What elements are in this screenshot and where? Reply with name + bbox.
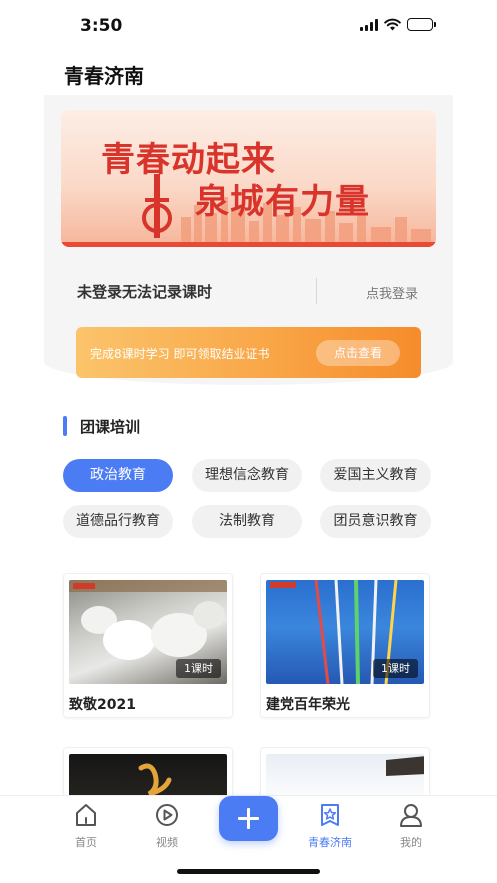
status-bar: 3:50	[0, 0, 497, 50]
tab-qingchun-jinan[interactable]: 青春济南	[300, 796, 360, 850]
category-chip-politics[interactable]: 政治教育	[63, 459, 173, 492]
page-title: 青春济南	[64, 64, 144, 88]
certificate-bar: 完成8课时学习 即可领取结业证书 点击查看	[76, 327, 421, 378]
course-title: 致敬2021	[69, 697, 136, 713]
star-bookmark-icon	[321, 804, 339, 826]
course-card[interactable]: 1课时 致敬2021	[63, 573, 233, 718]
divider	[316, 278, 317, 304]
home-icon	[76, 804, 96, 826]
category-chip-ideals[interactable]: 理想信念教育	[192, 459, 302, 492]
emblem-icon	[142, 174, 172, 238]
user-icon	[400, 804, 422, 827]
course-hours-badge: 1课时	[176, 659, 221, 678]
section-accent-bar	[63, 416, 67, 436]
tab-label: 视频	[156, 836, 178, 849]
signal-icon	[360, 18, 378, 31]
certificate-text: 完成8课时学习 即可领取结业证书	[90, 347, 270, 361]
status-icons	[360, 18, 436, 31]
login-button[interactable]: 点我登录	[366, 283, 418, 302]
tab-label: 我的	[400, 836, 422, 849]
category-chip-patriotism[interactable]: 爱国主义教育	[320, 459, 431, 492]
tab-video[interactable]: 视频	[137, 796, 197, 850]
add-button[interactable]	[219, 796, 278, 841]
status-time: 3:50	[80, 16, 123, 36]
category-chip-law[interactable]: 法制教育	[192, 505, 302, 538]
battery-icon	[407, 18, 436, 31]
course-thumbnail: 1课时	[69, 580, 227, 684]
section-title: 团课培训	[80, 418, 141, 436]
course-title: 建党百年荣光	[266, 697, 350, 713]
wifi-icon	[384, 18, 401, 31]
tab-home[interactable]: 首页	[56, 796, 116, 850]
promo-banner[interactable]: 青春动起来 泉城有力量	[61, 110, 436, 247]
course-card[interactable]: 1课时 建党百年荣光	[260, 573, 430, 718]
login-row: 未登录无法记录课时 点我登录	[61, 270, 436, 314]
home-indicator	[177, 869, 320, 874]
tab-me[interactable]: 我的	[381, 796, 441, 850]
tab-label: 青春济南	[308, 836, 352, 849]
category-chip-morality[interactable]: 道德品行教育	[63, 505, 173, 538]
category-chip-membership[interactable]: 团员意识教育	[320, 505, 431, 538]
view-certificate-button[interactable]: 点击查看	[316, 340, 400, 366]
course-hours-badge: 1课时	[373, 659, 418, 678]
play-icon	[156, 804, 178, 826]
course-thumbnail: 1课时	[266, 580, 424, 684]
banner-slogan-2: 泉城有力量	[195, 182, 370, 222]
login-status-text: 未登录无法记录课时	[77, 283, 213, 301]
tab-label: 首页	[75, 836, 97, 849]
